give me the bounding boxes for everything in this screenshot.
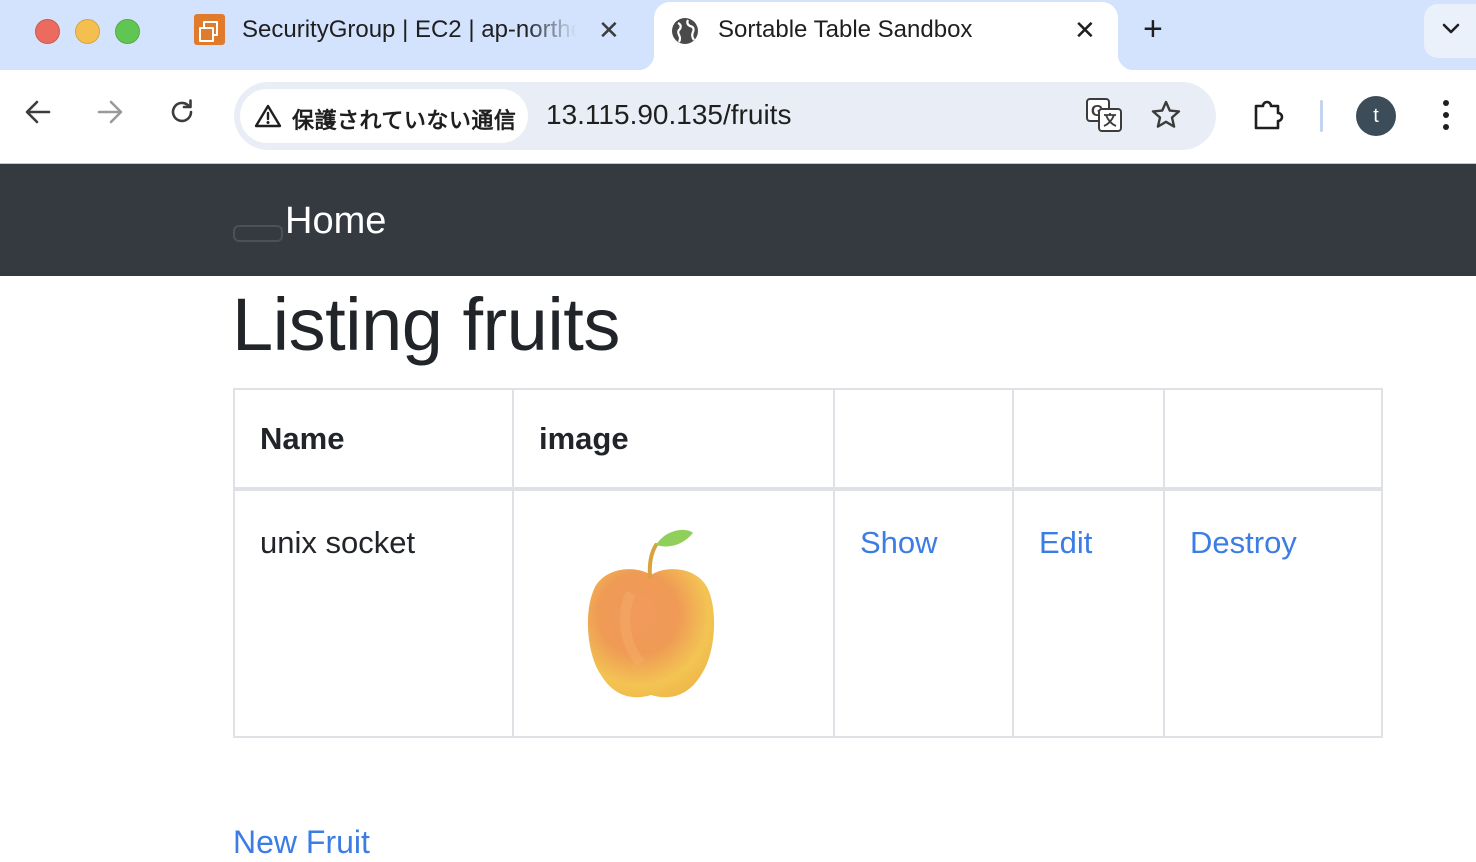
bookmark-star-icon[interactable] [1150, 99, 1182, 131]
security-indicator[interactable]: 保護されていない通信 [240, 89, 528, 143]
url-text[interactable]: 13.115.90.135/fruits [546, 99, 791, 131]
table-row: unix socket Show Edit Destroy [233, 488, 1383, 738]
column-header-show [833, 388, 1014, 490]
window-close-button[interactable] [35, 19, 60, 44]
tab-sortable-table-sandbox[interactable]: Sortable Table Sandbox ✕ [638, 2, 1134, 70]
page-title: Listing fruits [232, 283, 620, 366]
tab-strip: SecurityGroup | EC2 | ap-northeast-1 ✕ S… [0, 0, 1476, 70]
toolbar-divider [1320, 100, 1323, 132]
show-cell: Show [833, 488, 1014, 738]
window-zoom-button[interactable] [115, 19, 140, 44]
column-header-image: image [512, 388, 835, 490]
address-bar[interactable]: 保護されていない通信 13.115.90.135/fruits G [234, 82, 1216, 150]
navbar-toggler-button[interactable] [233, 225, 283, 242]
apple-image [587, 529, 715, 698]
translate-icon[interactable]: G [1086, 98, 1122, 132]
edit-cell: Edit [1012, 488, 1165, 738]
back-arrow-icon[interactable] [24, 98, 52, 126]
forward-arrow-icon[interactable] [96, 98, 124, 126]
column-header-name: Name [233, 388, 514, 490]
column-header-destroy [1163, 388, 1383, 490]
tab-title: SecurityGroup | EC2 | ap-northeast-1 [242, 16, 576, 43]
browser-toolbar: 保護されていない通信 13.115.90.135/fruits G t [0, 70, 1476, 164]
table-header-row: Name image [233, 388, 1383, 490]
fruits-table: Name image unix socket Show Edit Destroy [233, 388, 1383, 738]
security-label: 保護されていない通信 [292, 108, 517, 133]
site-navbar: Home [0, 164, 1476, 276]
home-link[interactable]: Home [285, 200, 386, 243]
tab-title: Sortable Table Sandbox [718, 16, 973, 43]
new-fruit-link[interactable]: New Fruit [233, 824, 370, 861]
fruit-image-cell [512, 488, 835, 738]
destroy-link[interactable]: Destroy [1190, 525, 1297, 560]
column-header-edit [1012, 388, 1165, 490]
reload-icon[interactable] [168, 98, 196, 126]
edit-link[interactable]: Edit [1039, 525, 1092, 560]
chevron-down-icon [1442, 23, 1460, 34]
tab-search-button[interactable] [1424, 4, 1476, 58]
fruit-name-cell: unix socket [233, 488, 514, 738]
tab-securitygroup[interactable]: SecurityGroup | EC2 | ap-northeast-1 ✕ [178, 0, 644, 70]
warning-triangle-icon [254, 104, 282, 128]
destroy-cell: Destroy [1163, 488, 1383, 738]
globe-icon [672, 18, 698, 44]
aws-ec2-icon [194, 14, 225, 45]
window-minimize-button[interactable] [75, 19, 100, 44]
extensions-puzzle-icon[interactable] [1252, 98, 1286, 132]
show-link[interactable]: Show [860, 525, 938, 560]
more-vertical-icon[interactable] [1440, 98, 1452, 132]
new-tab-button[interactable]: + [1143, 12, 1163, 46]
profile-avatar[interactable]: t [1356, 96, 1396, 136]
tab-close-icon[interactable]: ✕ [598, 17, 620, 43]
tab-close-icon[interactable]: ✕ [1074, 17, 1096, 43]
